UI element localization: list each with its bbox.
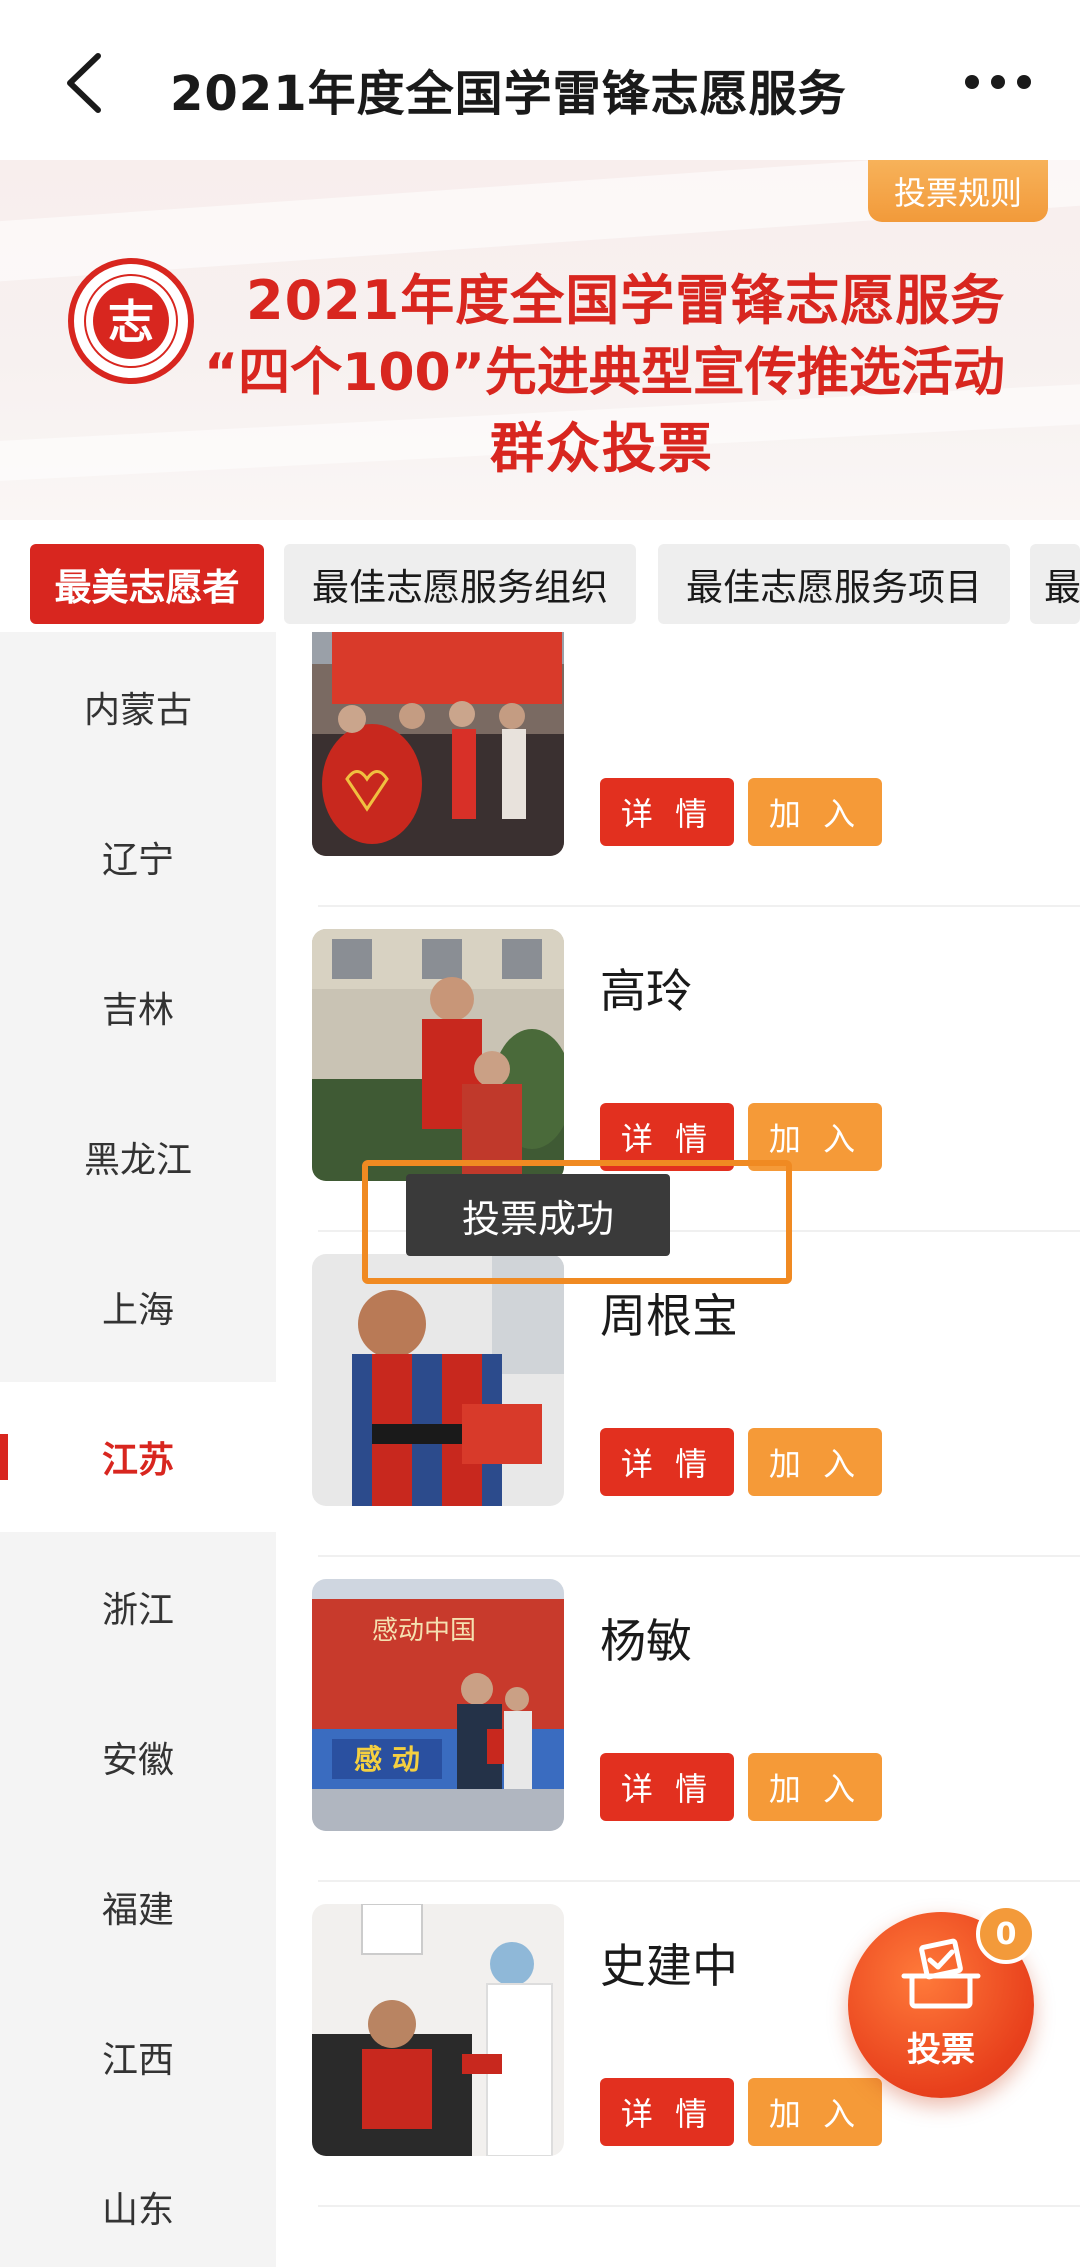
divider <box>318 2205 1080 2207</box>
join-button[interactable]: 加 入 <box>748 1753 882 1821</box>
join-button[interactable]: 加 入 <box>748 778 882 846</box>
volunteer-logo-icon: 志 <box>68 258 194 384</box>
list-item: 详 情 加 入 <box>276 632 1080 907</box>
toast-message: 投票成功 <box>406 1174 670 1256</box>
sidebar-item-jilin[interactable]: 吉林 <box>0 932 276 1082</box>
candidate-photo: 感 动 感动中国 <box>312 1579 564 1831</box>
detail-button[interactable]: 详 情 <box>600 778 734 846</box>
sidebar-item-jiangxi[interactable]: 江西 <box>0 1982 276 2132</box>
candidate-name: 杨敏 <box>600 1614 692 1668</box>
tab-more[interactable]: 最 <box>1030 544 1080 624</box>
candidate-photo <box>312 632 564 856</box>
candidate-photo <box>312 1254 564 1506</box>
page-title: 2021年度全国学雷锋志愿服务 <box>170 66 847 122</box>
list-item: 感 动 感动中国 杨敏 详 情 加 入 <box>276 1557 1080 1882</box>
candidate-photo <box>312 1904 564 2156</box>
voting-rules-button[interactable]: 投票规则 <box>868 160 1048 222</box>
detail-button[interactable]: 详 情 <box>600 1753 734 1821</box>
chevron-left-icon <box>67 53 101 113</box>
join-button[interactable]: 加 入 <box>748 1428 882 1496</box>
sidebar-item-liaoning[interactable]: 辽宁 <box>0 782 276 932</box>
sidebar-item-zhejiang[interactable]: 浙江 <box>0 1532 276 1682</box>
banner-title: 2021年度全国学雷锋志愿服务 <box>246 269 1006 332</box>
sidebar-item-shandong[interactable]: 山东 <box>0 2132 276 2267</box>
more-button[interactable] <box>958 52 1038 112</box>
sidebar-item-heilongjiang[interactable]: 黑龙江 <box>0 1082 276 1232</box>
candidate-name: 史建中 <box>600 1939 738 1993</box>
vote-fab-label: 投票 <box>907 2030 975 2070</box>
tab-best-volunteer[interactable]: 最美志愿者 <box>30 544 264 624</box>
tab-best-organization[interactable]: 最佳志愿服务组织 <box>284 544 636 624</box>
sidebar-item-anhui[interactable]: 安徽 <box>0 1682 276 1832</box>
svg-text:感动中国: 感动中国 <box>372 1616 476 1646</box>
tab-best-project[interactable]: 最佳志愿服务项目 <box>658 544 1010 624</box>
candidate-photo <box>312 929 564 1181</box>
join-button[interactable]: 加 入 <box>748 2078 882 2146</box>
banner-subtitle: “四个100”先进典型宣传推选活动 <box>204 343 1005 403</box>
candidate-name: 高玲 <box>600 964 692 1018</box>
back-button[interactable] <box>58 48 118 118</box>
svg-text:感 动: 感 动 <box>354 1743 420 1776</box>
sidebar-item-shanghai[interactable]: 上海 <box>0 1232 276 1382</box>
detail-button[interactable]: 详 情 <box>600 2078 734 2146</box>
sidebar-item-jiangsu[interactable]: 江苏 <box>0 1382 276 1532</box>
banner-caption: 群众投票 <box>490 417 714 480</box>
vote-count-badge: 0 <box>976 1904 1036 1964</box>
candidate-name: 周根宝 <box>600 1289 738 1343</box>
more-horizontal-icon <box>965 75 1031 89</box>
province-sidebar: 内蒙古 辽宁 吉林 黑龙江 上海 江苏 浙江 安徽 福建 江西 山东 <box>0 632 276 2267</box>
event-banner: 投票规则 志 2021年度全国学雷锋志愿服务 “四个100”先进典型宣传推选活动… <box>0 160 1080 520</box>
svg-text:志: 志 <box>108 295 154 349</box>
detail-button[interactable]: 详 情 <box>600 1428 734 1496</box>
sidebar-item-neimenggu[interactable]: 内蒙古 <box>0 632 276 782</box>
top-bar: 2021年度全国学雷锋志愿服务 <box>0 0 1080 160</box>
sidebar-item-fujian[interactable]: 福建 <box>0 1832 276 1982</box>
category-tabs: 最美志愿者 最佳志愿服务组织 最佳志愿服务项目 最 <box>0 520 1080 632</box>
ballot-box-icon <box>901 1938 981 2009</box>
